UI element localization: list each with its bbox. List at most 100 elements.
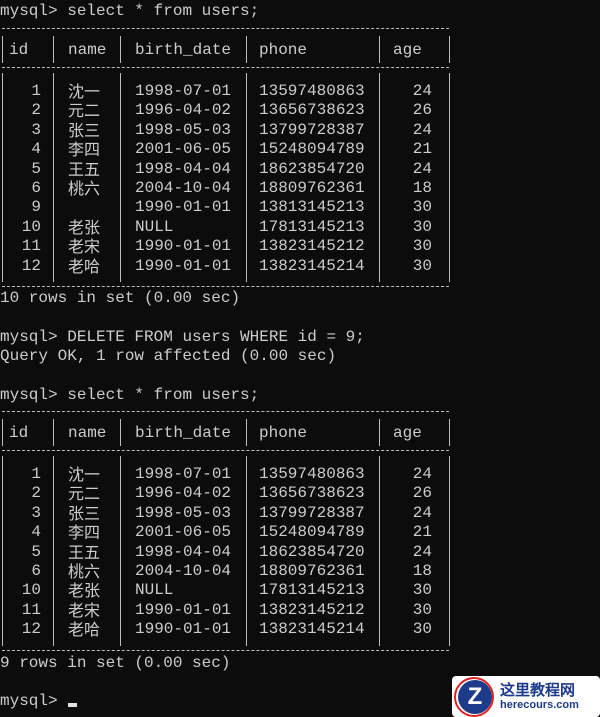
column-header: birth_date	[135, 424, 232, 442]
table-cell: 2004-10-04	[135, 179, 232, 197]
table-cell: 18809762361	[259, 562, 365, 580]
table-cell: 17813145213	[259, 581, 365, 600]
table-cell: 1	[31, 465, 41, 483]
logo-icon: Z	[458, 680, 492, 714]
table-cell: 1990-01-01	[135, 256, 232, 275]
table-cell: 13597480863	[259, 82, 365, 100]
table-cell: 24	[412, 542, 432, 561]
row-count-message-1: 10 rows in set (0.00 sec)	[0, 289, 241, 307]
table-cell: 13656738623	[259, 484, 365, 503]
table-cell: 李四	[68, 140, 101, 160]
table-cell: 2001-06-05	[135, 140, 232, 159]
table-cell: 桃六	[68, 179, 101, 198]
table-cell: 沈一	[68, 82, 101, 101]
table-cell: 3	[31, 503, 41, 522]
table-cell: 10	[21, 217, 41, 236]
column-separator	[120, 36, 121, 63]
table-cell: 1996-04-02	[135, 484, 232, 503]
table-cell: 2001-06-05	[135, 523, 232, 542]
table-cell: 5	[31, 542, 41, 561]
table-cell: 24	[412, 120, 432, 139]
table-cell: 13799728387	[259, 503, 365, 522]
table-cell: 老宋	[68, 237, 101, 257]
table-cell: 24	[412, 82, 432, 100]
table-cell: 26	[412, 484, 432, 503]
table-cell: NULL	[135, 217, 174, 236]
table-cell: 13799728387	[259, 120, 365, 139]
table-cell: 30	[412, 237, 432, 256]
column-separator	[53, 36, 54, 63]
table-cell: 13823145212	[259, 600, 365, 619]
table-cell: 2	[31, 484, 41, 503]
column-separator	[2, 419, 3, 446]
column-separator	[2, 36, 3, 63]
table-cell: 10	[21, 581, 41, 600]
table-cell: 12	[21, 256, 41, 275]
column-header: name	[68, 424, 107, 442]
table-cell	[68, 198, 108, 217]
table-cell: 张三	[68, 120, 101, 140]
prompt: mysql>	[0, 328, 58, 346]
table-cell: 桃六	[68, 562, 101, 581]
command-line-4[interactable]: mysql>	[0, 692, 58, 711]
table-cell: 老张	[68, 581, 101, 601]
result-table-2: id name birth_date phone age 1 沈一 1998-07-01 135…	[0, 405, 452, 651]
table-cell: 24	[412, 159, 432, 178]
table-cell: 3	[31, 120, 41, 139]
table-cell: 21	[412, 523, 432, 542]
table-cell: 1998-04-04	[135, 159, 232, 178]
table-cell: 18623854720	[259, 159, 365, 178]
column-separator	[449, 73, 450, 282]
table-cell: 30	[412, 581, 432, 600]
column-separator	[246, 73, 247, 282]
column-separator	[246, 419, 247, 446]
table-cell: 13656738623	[259, 101, 365, 120]
table-cell: 12	[21, 620, 41, 639]
table-cell: 18623854720	[259, 542, 365, 561]
table-cell: 老张	[68, 217, 101, 237]
table-cell: 老哈	[68, 620, 101, 640]
table-rule	[2, 450, 449, 451]
column-separator	[2, 456, 3, 646]
table-cell: 30	[412, 198, 432, 217]
table-cell: 1990-01-01	[135, 600, 232, 619]
command-text: select * from users;	[67, 2, 260, 20]
table-cell: 24	[412, 465, 432, 483]
table-cell: 1996-04-02	[135, 101, 232, 120]
table-rule	[2, 286, 449, 287]
table-cell: 24	[412, 503, 432, 522]
table-cell: 18809762361	[259, 179, 365, 197]
column-separator	[53, 73, 54, 282]
table-cell: 1990-01-01	[135, 237, 232, 256]
command-text: select * from users;	[67, 386, 260, 404]
column-header: phone	[259, 41, 308, 59]
column-separator	[246, 36, 247, 63]
terminal-window: mysql> select * from users; id name birth_…	[0, 0, 600, 717]
table-cell: 13597480863	[259, 465, 365, 483]
table-cell: 11	[21, 600, 41, 619]
table-cell: 13813145213	[259, 198, 365, 217]
table-cell: NULL	[135, 581, 174, 600]
table-cell: 1998-07-01	[135, 82, 232, 100]
column-header: age	[393, 41, 422, 59]
table-rule	[2, 28, 449, 29]
table-cell: 1998-05-03	[135, 120, 232, 139]
table-rule	[2, 67, 449, 68]
table-cell: 15248094789	[259, 523, 365, 542]
table-cell: 13823145214	[259, 620, 365, 639]
table-cell: 11	[21, 237, 41, 256]
table-cell: 老哈	[68, 256, 101, 276]
column-separator	[2, 73, 3, 282]
prompt: mysql>	[0, 692, 58, 710]
table-cell: 4	[31, 523, 41, 542]
table-cell: 5	[31, 159, 41, 178]
command-line-3: mysql> select * from users;	[0, 386, 259, 405]
text-cursor	[68, 703, 77, 707]
table-cell: 2	[31, 101, 41, 120]
table-cell: 1998-07-01	[135, 465, 232, 483]
watermark: Z 这里教程网 herecours.com	[452, 676, 600, 717]
table-cell: 老宋	[68, 600, 101, 620]
table-cell: 18	[412, 179, 432, 197]
column-header: birth_date	[135, 41, 232, 59]
table-cell: 2004-10-04	[135, 562, 232, 580]
